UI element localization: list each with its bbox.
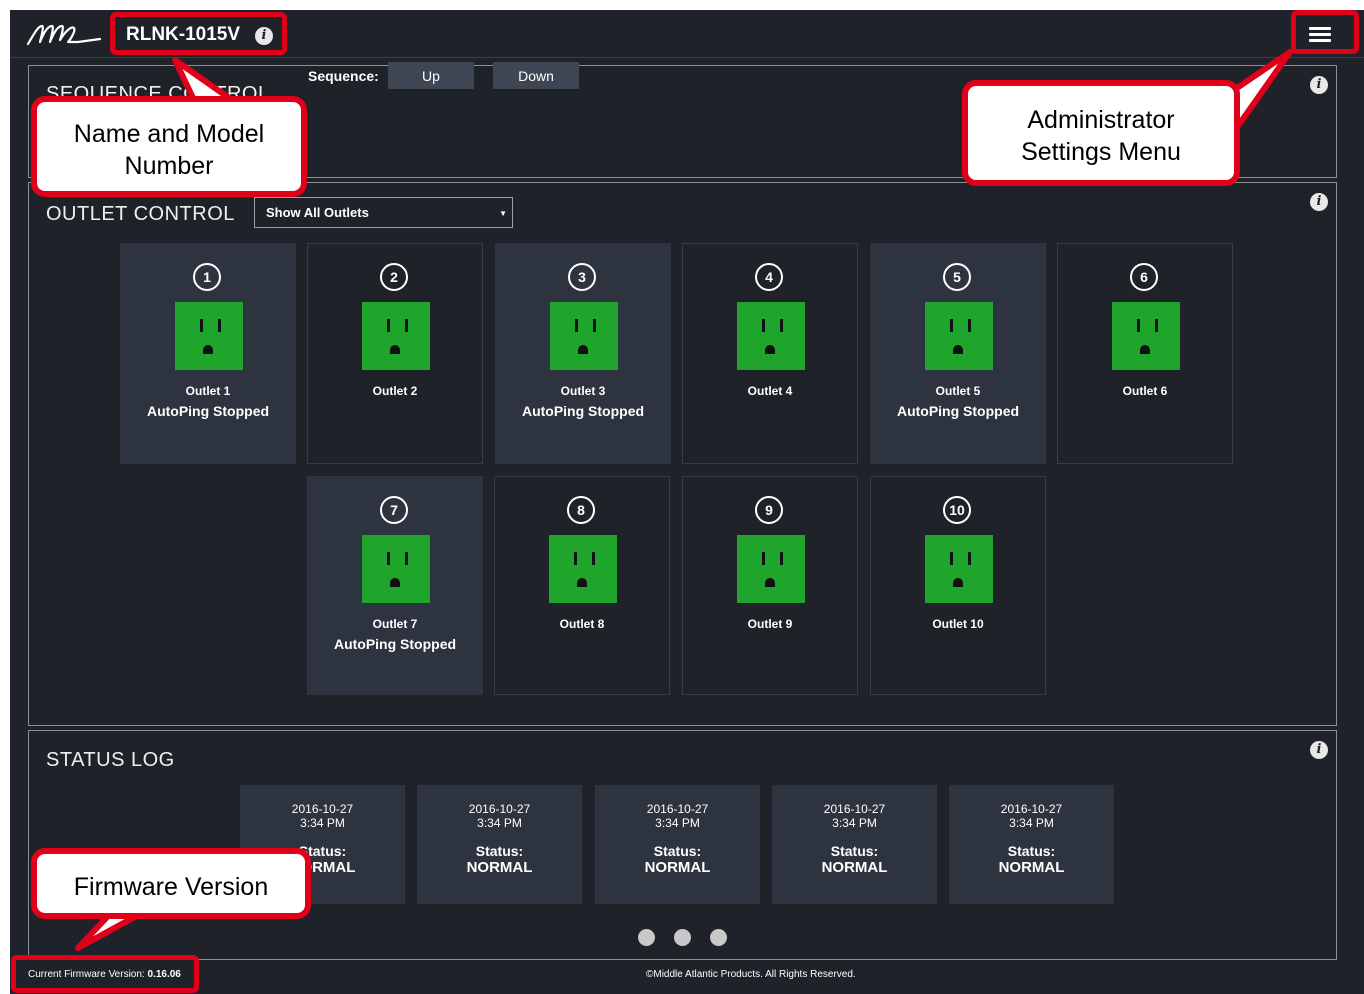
log-date: 2016-10-27 — [468, 802, 531, 816]
outlet-name: Outlet 8 — [559, 617, 605, 631]
log-status-value: NORMAL — [998, 859, 1065, 876]
outlet-tile[interactable]: 6 Outlet 6 — [1057, 243, 1233, 464]
outlet-tile[interactable]: 1 Outlet 1 AutoPing Stopped — [120, 243, 296, 464]
outlet-name: Outlet 9 — [747, 617, 793, 631]
outlet-tile[interactable]: 10 Outlet 10 — [870, 476, 1046, 695]
log-time: 3:34 PM — [477, 816, 522, 830]
outlet-tile[interactable]: 2 Outlet 2 — [307, 243, 483, 464]
outlet-tile[interactable]: 3 Outlet 3 AutoPing Stopped — [495, 243, 671, 464]
outlet-number-badge: 10 — [943, 496, 971, 524]
outlet-number-badge: 1 — [193, 263, 221, 291]
power-socket-icon[interactable] — [550, 302, 618, 370]
copyright-text: ©Middle Atlantic Products. All Rights Re… — [646, 969, 856, 980]
log-time: 3:34 PM — [832, 816, 877, 830]
outlet-info-icon[interactable]: i — [1310, 193, 1328, 211]
log-status-value: NORMAL — [466, 859, 533, 876]
outlet-name: Outlet 3 — [560, 384, 606, 398]
outlet-number-badge: 3 — [568, 263, 596, 291]
carousel-page-dot-1[interactable] — [638, 929, 655, 946]
highlight-firmware — [11, 955, 199, 993]
outlet-number-badge: 8 — [567, 496, 595, 524]
power-socket-icon[interactable] — [1112, 302, 1180, 370]
status-log-info-icon[interactable]: i — [1310, 741, 1328, 759]
log-date: 2016-10-27 — [291, 802, 354, 816]
callout-admin-menu: Administrator Settings Menu — [962, 80, 1240, 186]
outlet-number-badge: 2 — [380, 263, 408, 291]
dropdown-arrow-icon: ▼ — [499, 209, 507, 218]
outlet-number-badge: 7 — [380, 496, 408, 524]
power-socket-icon[interactable] — [737, 302, 805, 370]
sequence-up-button[interactable]: Up — [388, 62, 474, 89]
callout-name-model: Name and Model Number — [31, 96, 307, 197]
log-date: 2016-10-27 — [646, 802, 709, 816]
power-socket-icon[interactable] — [549, 535, 617, 603]
log-status-value: NORMAL — [644, 859, 711, 876]
outlet-name: Outlet 6 — [1122, 384, 1168, 398]
outlet-name: Outlet 2 — [372, 384, 418, 398]
outlet-name: Outlet 1 — [185, 384, 231, 398]
outlet-name: Outlet 10 — [932, 617, 984, 631]
status-log-entry: 2016-10-27 3:34 PM Status: NORMAL — [949, 785, 1114, 904]
power-socket-icon[interactable] — [737, 535, 805, 603]
power-socket-icon[interactable] — [925, 302, 993, 370]
outlet-status: AutoPing Stopped — [896, 403, 1020, 419]
outlet-number-badge: 4 — [755, 263, 783, 291]
highlight-menu-button — [1291, 10, 1359, 54]
carousel-page-dot-2[interactable] — [674, 929, 691, 946]
log-status-label: Status: — [1007, 843, 1056, 859]
outlet-name: Outlet 7 — [372, 617, 418, 631]
status-log-entry: 2016-10-27 3:34 PM Status: NORMAL — [772, 785, 937, 904]
brand-logo-icon — [26, 24, 102, 46]
sequence-down-button[interactable]: Down — [493, 62, 579, 89]
callout-firmware: Firmware Version — [31, 848, 311, 919]
log-status-label: Status: — [830, 843, 879, 859]
status-log-entry: 2016-10-27 3:34 PM Status: NORMAL — [417, 785, 582, 904]
outlet-tile[interactable]: 8 Outlet 8 — [494, 476, 670, 695]
outlet-filter-select[interactable]: Show All Outlets ▼ — [254, 197, 513, 228]
outlet-tile[interactable]: 5 Outlet 5 AutoPing Stopped — [870, 243, 1046, 464]
status-log-entry: 2016-10-27 3:34 PM Status: NORMAL — [595, 785, 760, 904]
sequence-label: Sequence: — [308, 68, 379, 84]
outlet-tile[interactable]: 9 Outlet 9 — [682, 476, 858, 695]
log-date: 2016-10-27 — [1000, 802, 1063, 816]
outlet-number-badge: 9 — [755, 496, 783, 524]
log-status-label: Status: — [653, 843, 702, 859]
outlet-control-title: OUTLET CONTROL — [46, 203, 235, 225]
outlet-status: AutoPing Stopped — [146, 403, 270, 419]
log-status-value: NORMAL — [821, 859, 888, 876]
outlet-status: AutoPing Stopped — [521, 403, 645, 419]
log-time: 3:34 PM — [655, 816, 700, 830]
highlight-device-name — [110, 12, 287, 55]
log-time: 3:34 PM — [1009, 816, 1054, 830]
status-log-title: STATUS LOG — [46, 749, 175, 771]
outlet-status: AutoPing Stopped — [333, 636, 457, 652]
sequence-info-icon[interactable]: i — [1310, 76, 1328, 94]
power-socket-icon[interactable] — [362, 535, 430, 603]
log-time: 3:34 PM — [300, 816, 345, 830]
outlet-number-badge: 5 — [943, 263, 971, 291]
power-socket-icon[interactable] — [362, 302, 430, 370]
outlet-filter-value: Show All Outlets — [266, 205, 369, 220]
outlet-name: Outlet 5 — [935, 384, 981, 398]
outlet-number-badge: 6 — [1130, 263, 1158, 291]
outlet-name: Outlet 4 — [747, 384, 793, 398]
power-socket-icon[interactable] — [175, 302, 243, 370]
log-date: 2016-10-27 — [823, 802, 886, 816]
status-log-panel: STATUS LOG i 2016-10-27 3:34 PM Status: NOR… — [28, 730, 1337, 960]
outlet-tile[interactable]: 7 Outlet 7 AutoPing Stopped — [307, 476, 483, 695]
outlet-tile[interactable]: 4 Outlet 4 — [682, 243, 858, 464]
carousel-page-dot-3[interactable] — [710, 929, 727, 946]
power-socket-icon[interactable] — [925, 535, 993, 603]
log-status-label: Status: — [475, 843, 524, 859]
